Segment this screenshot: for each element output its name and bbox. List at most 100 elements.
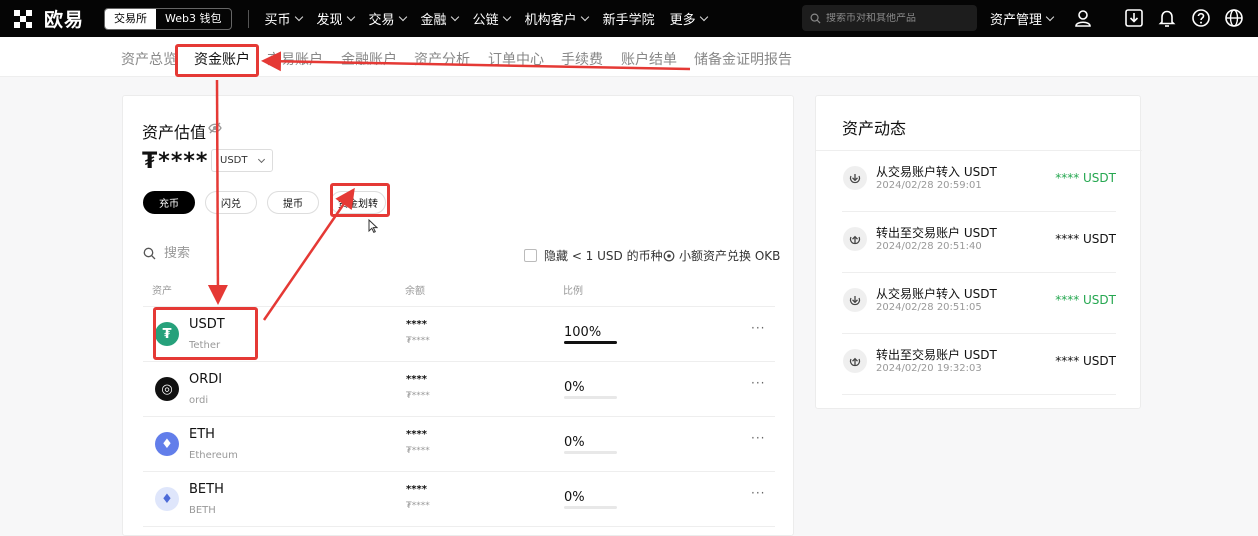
asset-percent: 0% <box>564 490 585 505</box>
asset-name: Ethereum <box>189 450 238 461</box>
asset-activity-title: 资产动态 <box>842 119 907 138</box>
asset-search-input[interactable] <box>164 246 284 261</box>
activity-time: 2024/02/28 20:51:40 <box>876 241 982 252</box>
user-icon[interactable] <box>1073 8 1093 28</box>
subnav-order-center[interactable]: 订单中心 <box>488 49 544 69</box>
convert-button[interactable]: 闪兑 <box>205 191 257 214</box>
subnav-fees[interactable]: 手续费 <box>561 49 603 69</box>
asset-name: BETH <box>189 505 216 516</box>
activity-divider <box>842 394 1116 395</box>
eth-coin-icon: ♦ <box>155 432 179 456</box>
nav-item-5[interactable]: 机构客户 <box>524 9 589 28</box>
subnav-funding-account[interactable]: 资金账户 <box>194 49 250 69</box>
asset-search[interactable] <box>143 246 284 261</box>
asset-name: ordi <box>189 395 209 406</box>
globe-icon[interactable] <box>1224 8 1244 28</box>
subnav-trading-account[interactable]: 交易账户 <box>267 49 323 69</box>
download-icon[interactable] <box>1124 8 1144 28</box>
eye-hidden-icon[interactable] <box>208 122 222 134</box>
help-icon[interactable] <box>1191 8 1211 28</box>
mouse-cursor-icon <box>368 219 378 233</box>
activity-item[interactable]: 转出至交易账户 USDT 2024/02/20 19:32:03 **** USDT <box>816 334 1142 395</box>
asset-percent-bar <box>564 451 617 454</box>
column-header-balance: 余额 <box>405 286 425 297</box>
asset-more-button[interactable]: ··· <box>751 321 765 335</box>
usdt-coin-icon: ₮ <box>155 322 179 346</box>
account-subnav: 资产总览 资金账户 交易账户 金融账户 资产分析 订单中心 手续费 账户结单 储… <box>0 37 1258 77</box>
main-nav: 买币 发现 交易 金融 公链 机构客户 新手学院 更多 <box>265 9 722 28</box>
transfer-in-icon <box>843 166 867 190</box>
funding-account-card: 资产估值 ₮**** USDT 充币 闪兑 提币 资金划转 隐藏 < 1 USD… <box>122 95 794 536</box>
activity-title: 从交易账户转入 USDT <box>876 165 997 179</box>
asset-percent-bar <box>564 396 617 399</box>
chevron-down-icon <box>294 12 303 22</box>
chevron-down-icon <box>346 12 355 22</box>
nav-item-4[interactable]: 公链 <box>473 9 511 28</box>
activity-amount: **** USDT <box>1055 354 1116 368</box>
nav-item-label: 机构客户 <box>524 13 577 28</box>
tab-web3-wallet[interactable]: Web3 钱包 <box>156 9 230 29</box>
logo[interactable]: 欧易 <box>14 5 84 32</box>
chevron-down-icon <box>1045 12 1055 22</box>
tab-exchange[interactable]: 交易所 <box>105 8 157 29</box>
activity-title: 从交易账户转入 USDT <box>876 287 997 301</box>
ordi-coin-icon: ◎ <box>155 377 179 401</box>
asset-row-usdt[interactable]: ₮ USDT Tether **** ₮**** 100% ··· <box>143 307 775 362</box>
asset-activity-card: 资产动态 从交易账户转入 USDT 2024/02/28 20:59:01 ****… <box>815 95 1142 409</box>
activity-item[interactable]: 从交易账户转入 USDT 2024/02/28 20:59:01 **** USDT <box>816 151 1142 212</box>
currency-select[interactable]: USDT <box>211 149 273 172</box>
asset-more-button[interactable]: ··· <box>751 486 765 500</box>
coin-glyph: ₮ <box>162 326 172 342</box>
asset-row-ordi[interactable]: ◎ ORDI ordi **** ₮**** 0% ··· <box>143 362 775 417</box>
search-icon <box>143 247 156 260</box>
global-search[interactable] <box>802 5 977 31</box>
chevron-down-icon <box>450 12 459 22</box>
activity-time: 2024/02/20 19:32:03 <box>876 363 982 374</box>
withdraw-button[interactable]: 提币 <box>267 191 319 214</box>
asset-row-eth[interactable]: ♦ ETH Ethereum **** ₮**** 0% ··· <box>143 417 775 472</box>
nav-item-3[interactable]: 金融 <box>421 9 459 28</box>
nav-item-1[interactable]: 发现 <box>317 9 355 28</box>
subnav-overview[interactable]: 资产总览 <box>121 49 177 69</box>
activity-amount: **** USDT <box>1055 171 1116 185</box>
asset-management-label: 资产管理 <box>990 13 1043 28</box>
nav-item-2[interactable]: 交易 <box>369 9 407 28</box>
activity-item[interactable]: 转出至交易账户 USDT 2024/02/28 20:51:40 **** USDT <box>816 212 1142 273</box>
asset-symbol: ORDI <box>189 372 223 387</box>
bell-icon[interactable] <box>1157 8 1177 28</box>
asset-percent-bar <box>564 341 617 344</box>
asset-balance: **** <box>406 374 427 385</box>
nav-item-6[interactable]: 新手学院 <box>603 9 655 28</box>
transfer-out-icon <box>843 227 867 251</box>
deposit-button[interactable]: 充币 <box>143 191 195 214</box>
nav-item-7[interactable]: 更多 <box>670 9 708 28</box>
asset-management-menu[interactable]: 资产管理 <box>990 0 1055 37</box>
global-search-input[interactable] <box>826 12 971 24</box>
asset-balance-value: ₮**** <box>406 501 430 511</box>
hide-small-checkbox[interactable] <box>524 249 537 262</box>
activity-time: 2024/02/28 20:51:05 <box>876 302 982 313</box>
beth-coin-icon: ♦ <box>155 487 179 511</box>
subnav-proof-of-reserves[interactable]: 储备金证明报告 <box>694 49 792 69</box>
asset-percent: 0% <box>564 435 585 450</box>
column-header-ratio: 比例 <box>563 286 583 297</box>
activity-time: 2024/02/28 20:59:01 <box>876 180 982 191</box>
subnav-earn-account[interactable]: 金融账户 <box>341 49 397 69</box>
top-nav-bar: 欧易 交易所 Web3 钱包 买币 发现 交易 金融 公链 机构客户 新手学院 更多 <box>0 0 1258 37</box>
activity-item[interactable]: 从交易账户转入 USDT 2024/02/28 20:51:05 **** USDT <box>816 273 1142 334</box>
subnav-asset-analysis[interactable]: 资产分析 <box>414 49 470 69</box>
hide-small-assets-toggle[interactable]: 隐藏 < 1 USD 的币种 <box>524 247 663 264</box>
asset-more-button[interactable]: ··· <box>751 431 765 445</box>
asset-symbol: BETH <box>189 482 224 497</box>
transfer-button[interactable]: 资金划转 <box>330 191 386 214</box>
nav-item-0[interactable]: 买币 <box>265 9 303 28</box>
asset-percent-fill <box>564 341 617 344</box>
small-asset-convert-link[interactable]: 小额资产兑换 OKB <box>663 247 780 264</box>
chevron-down-icon <box>580 12 589 22</box>
asset-balance: **** <box>406 429 427 440</box>
subnav-statements[interactable]: 账户结单 <box>621 49 677 69</box>
asset-row-beth[interactable]: ♦ BETH BETH **** ₮**** 0% ··· <box>143 472 775 527</box>
coin-glyph: ♦ <box>161 436 173 452</box>
asset-more-button[interactable]: ··· <box>751 376 765 390</box>
transfer-out-icon <box>843 349 867 373</box>
